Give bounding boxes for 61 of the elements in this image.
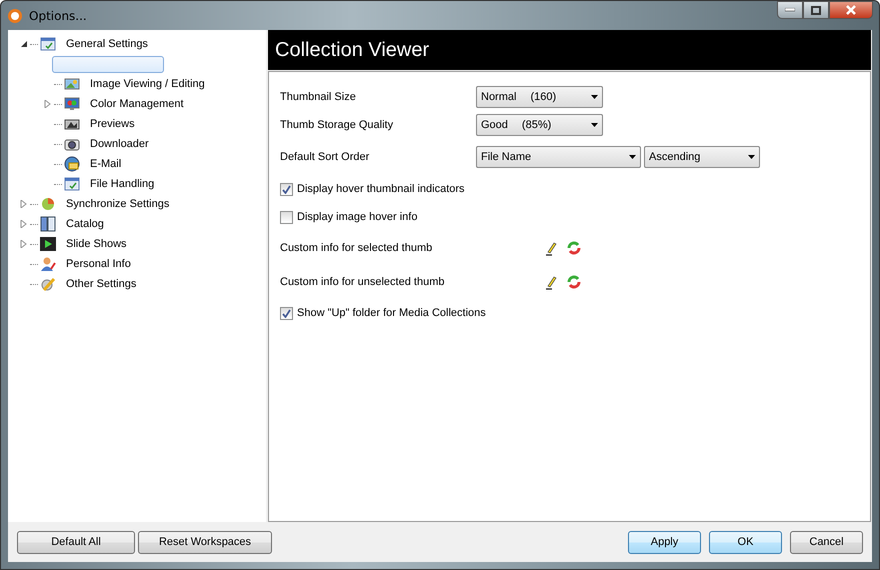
caret-icon <box>629 155 636 159</box>
checkbox-label: Display hover thumbnail indicators <box>297 183 465 195</box>
tree-item[interactable]: E-Mail <box>87 157 124 171</box>
reset-workspaces-button[interactable]: Reset Workspaces <box>138 530 272 554</box>
minimize-button[interactable] <box>777 1 803 19</box>
default-all-button[interactable]: Default All <box>17 530 135 554</box>
tree-item[interactable]: Personal Info <box>63 257 134 271</box>
tree-item[interactable]: Synchronize Settings <box>63 197 172 211</box>
monitor-icon <box>64 96 80 112</box>
app-icon <box>7 8 23 24</box>
tools-icon <box>40 276 56 292</box>
caret-icon <box>591 95 598 99</box>
picture-icon <box>64 76 80 92</box>
close-button[interactable] <box>829 1 873 19</box>
tree-item[interactable]: Other Settings <box>63 277 140 291</box>
dialog-button[interactable]: Apply <box>628 530 701 554</box>
catalog-icon <box>40 216 56 232</box>
setting-label: Default Sort Order <box>280 151 370 163</box>
expand-icon[interactable] <box>20 220 28 228</box>
expand-icon[interactable] <box>20 200 28 208</box>
setting-label: Custom info for unselected thumb <box>280 276 446 288</box>
close-icon <box>845 5 857 15</box>
dialog-button[interactable]: OK <box>709 530 782 554</box>
tree-item[interactable]: File Handling <box>87 177 158 191</box>
reset-icon[interactable] <box>566 274 582 290</box>
reset-icon[interactable] <box>566 240 582 256</box>
expand-icon[interactable] <box>44 100 52 108</box>
settings-page-icon <box>40 36 56 52</box>
tree-item[interactable]: Previews <box>87 117 138 131</box>
tree-item[interactable]: Catalog <box>63 217 107 231</box>
checkbox[interactable] <box>280 210 293 224</box>
checkbox[interactable] <box>280 306 293 320</box>
collapse-icon[interactable] <box>20 40 28 48</box>
film-strip-icon <box>40 236 56 252</box>
tree-item[interactable]: Downloader <box>87 137 152 151</box>
setting-label: Custom info for selected thumb <box>280 242 434 254</box>
checkbox[interactable] <box>280 182 293 196</box>
dropdown[interactable]: File Name <box>476 146 641 168</box>
checkbox-label: Show "Up" folder for Media Collections <box>297 307 486 319</box>
tree-item[interactable]: Slide Shows <box>63 237 130 251</box>
person-icon <box>40 256 56 272</box>
dropdown[interactable]: Good (85%) <box>476 114 603 136</box>
caret-icon <box>748 155 755 159</box>
setting-label: Thumbnail Size <box>280 91 357 103</box>
tree-item[interactable]: General Settings <box>63 37 151 51</box>
expand-icon[interactable] <box>20 240 28 248</box>
setting-label: Thumb Storage Quality <box>280 119 394 131</box>
window-title: Options... <box>29 8 87 22</box>
tree-item[interactable]: Image Viewing / Editing <box>87 77 208 91</box>
checkbox-label: Display image hover info <box>297 211 418 223</box>
dropdown[interactable]: Ascending <box>644 146 760 168</box>
settings-page-icon <box>64 176 80 192</box>
tree-item[interactable]: Color Management <box>87 97 187 111</box>
globe-mail-icon <box>64 156 80 172</box>
maximize-icon <box>811 6 821 14</box>
dropdown[interactable]: Normal (160) <box>476 86 603 108</box>
minimize-icon <box>785 8 795 12</box>
maximize-button[interactable] <box>803 1 829 19</box>
dialog-button[interactable]: Cancel <box>790 530 863 554</box>
panel-title: Collection Viewer <box>268 30 871 70</box>
caret-icon <box>591 123 598 127</box>
